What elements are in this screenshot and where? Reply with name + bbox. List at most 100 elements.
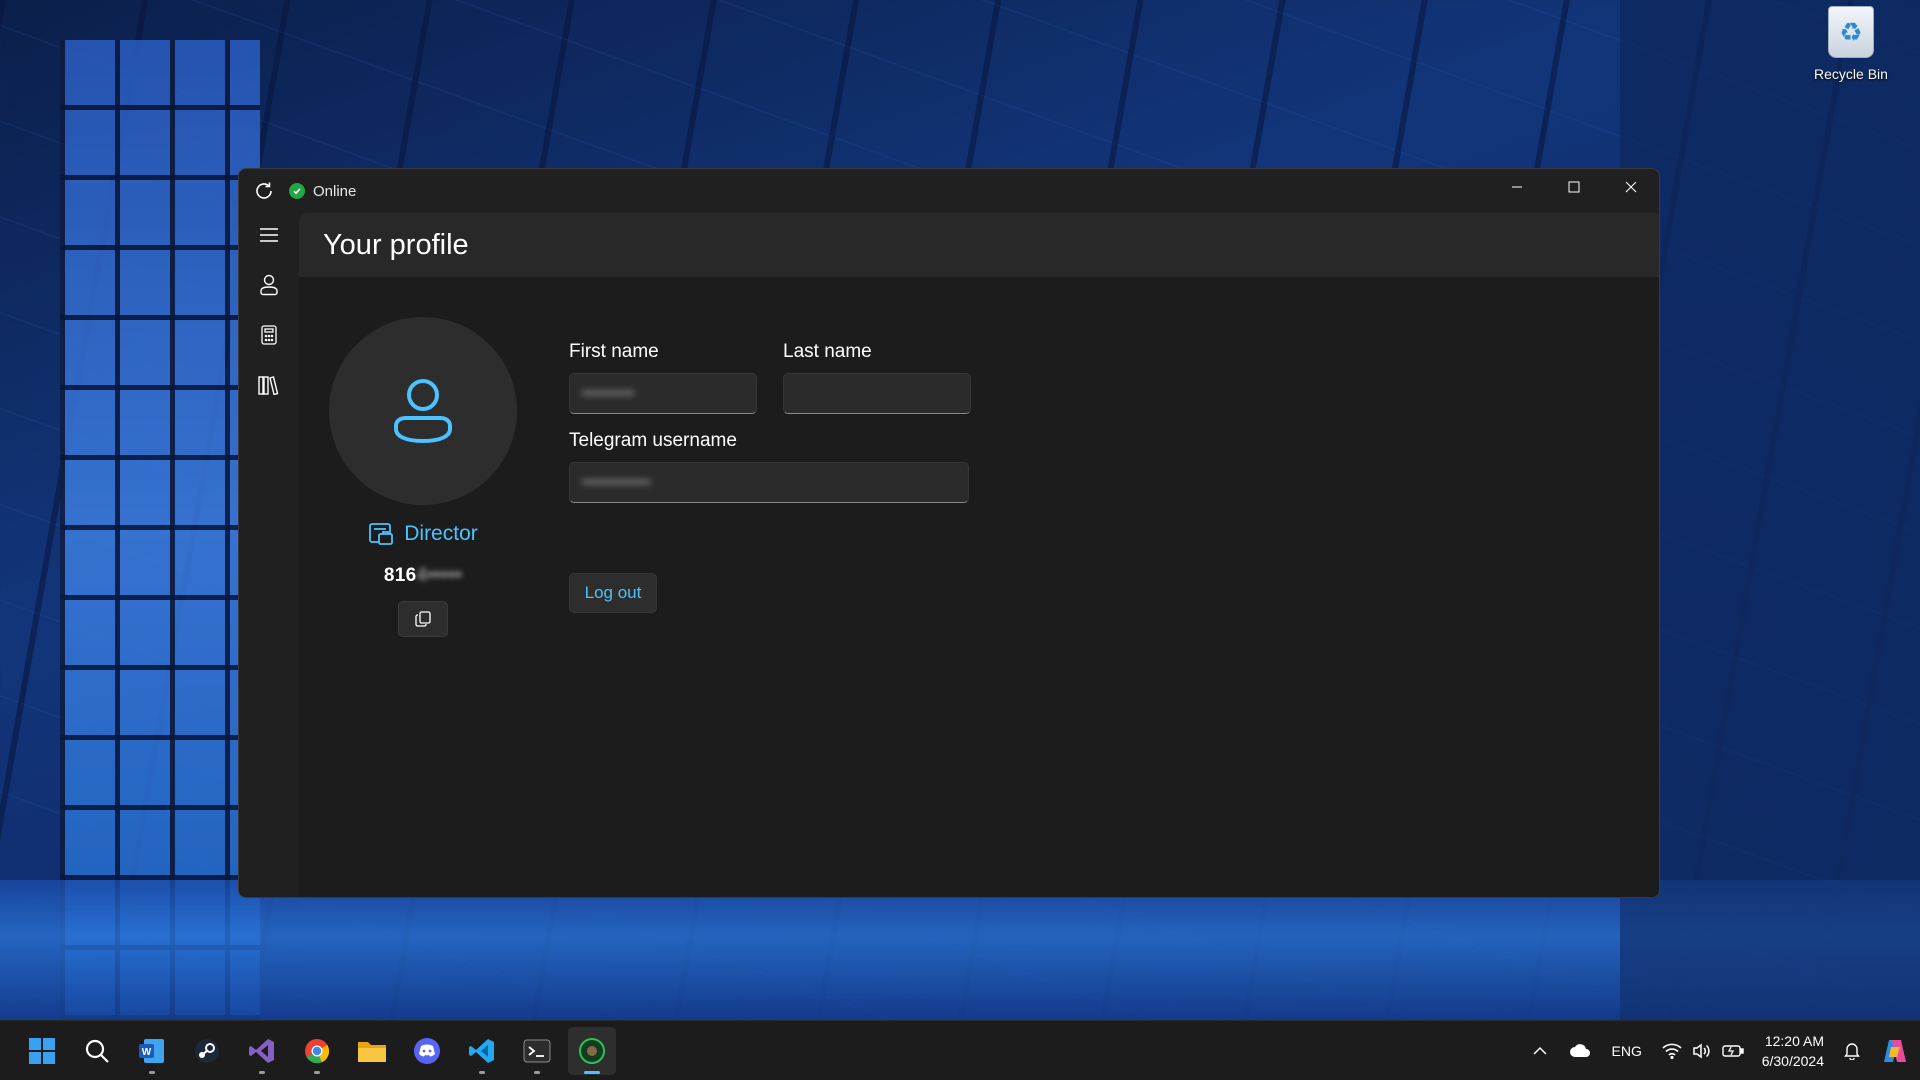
copy-icon [415,611,431,627]
person-avatar-icon [394,379,452,444]
user-id: 8164••••• [384,565,462,587]
navigation-rail [239,213,299,897]
page-header: Your profile [299,213,1659,277]
running-indicator [259,1071,265,1074]
wallpaper-window [60,40,260,1020]
status-check-icon [289,183,305,199]
wallpaper-room [1620,0,1920,1020]
profile-app-icon [579,1038,605,1064]
taskbar-chrome[interactable] [293,1027,341,1075]
word-icon: W [139,1039,164,1063]
refresh-icon [256,182,272,199]
avatar [329,317,517,505]
page-title: Your profile [323,228,469,261]
running-indicator [479,1071,485,1074]
file-explorer-icon [358,1042,386,1062]
quick-settings-button[interactable] [1654,1021,1752,1080]
title-bar: Online [239,169,1659,213]
active-indicator [584,1071,600,1074]
battery-icon [1722,1045,1744,1057]
first-name-value: •••••••••• [582,385,635,402]
clock-date: 6/30/2024 [1761,1053,1824,1069]
nav-library-button[interactable] [249,373,289,397]
last-name-label: Last name [783,341,872,362]
taskbar-visual-studio[interactable] [238,1027,286,1075]
steam-icon [195,1039,219,1063]
last-name-input[interactable] [783,373,971,414]
telegram-username-value: ••••••••••••• [582,474,651,491]
language-indicator[interactable]: ENG [1600,1021,1654,1080]
role-text: Director [404,522,478,545]
vscode-icon [469,1039,494,1063]
status-text: Online [313,182,357,200]
telegram-field-group: Telegram username ••••••••••••• [569,430,971,503]
maximize-button[interactable] [1545,169,1602,205]
hamburger-menu-icon [260,228,278,242]
briefcase-id-icon [369,523,394,545]
profile-form: First name •••••••••• Last name Telegram… [569,341,971,613]
copilot-button[interactable] [1870,1021,1920,1080]
calculator-icon [261,325,277,345]
desktop-icon-label: Recycle Bin [1814,66,1888,82]
minimize-icon [1511,186,1522,188]
bell-icon [1844,1043,1860,1060]
user-id-visible: 816 [383,565,417,586]
first-name-label: First name [569,341,659,362]
cloud-icon [1569,1044,1590,1057]
close-icon [1625,181,1636,193]
discord-icon [414,1038,440,1064]
close-button[interactable] [1602,169,1659,205]
chrome-icon [305,1039,330,1064]
desktop-icon-recycle-bin[interactable]: ♻ Recycle Bin [1808,6,1894,82]
taskbar-vscode[interactable] [458,1027,506,1075]
taskbar-word[interactable]: W [128,1027,176,1075]
role-badge: Director [368,521,478,547]
person-icon [260,274,278,296]
recycle-bin-icon: ♻ [1828,6,1874,58]
app-window: Online Your profile Director 8164••••• F… [238,168,1660,898]
start-button[interactable] [18,1027,66,1075]
taskbar-profile-app[interactable] [568,1027,616,1075]
clock[interactable]: 12:20 AM 6/30/2024 [1752,1031,1834,1071]
search-icon [85,1039,109,1063]
nav-profile-button[interactable] [249,273,289,297]
windows-start-icon [29,1038,55,1064]
telegram-username-input[interactable]: ••••••••••••• [569,462,969,503]
nav-calculator-button[interactable] [249,323,289,347]
terminal-icon [523,1039,551,1063]
library-icon [258,376,279,395]
copy-id-button[interactable] [398,601,448,637]
system-tray: ENG 12:20 AM 6/30/2024 [1520,1021,1920,1080]
volume-icon [1692,1043,1710,1059]
running-indicator [534,1071,540,1074]
name-row: First name •••••••••• Last name [569,341,971,414]
onedrive-button[interactable] [1560,1021,1600,1080]
minimize-button[interactable] [1488,169,1545,205]
taskbar-search-button[interactable] [73,1027,121,1075]
taskbar: W ENG 12:20 AM 6/30/2024 [0,1020,1920,1080]
content-area: Your profile Director 8164••••• First na… [299,213,1659,897]
first-name-input[interactable]: •••••••••• [569,373,757,414]
clock-time: 12:20 AM [1764,1033,1824,1049]
taskbar-file-explorer[interactable] [348,1027,396,1075]
maximize-icon [1568,181,1579,193]
visual-studio-icon [249,1039,274,1063]
taskbar-terminal[interactable] [513,1027,561,1075]
taskbar-discord[interactable] [403,1027,451,1075]
chevron-up-icon [1533,1046,1547,1055]
wifi-icon [1662,1043,1682,1059]
profile-summary: Director 8164••••• [329,317,517,637]
taskbar-steam[interactable] [183,1027,231,1075]
window-controls [1488,169,1659,205]
log-out-button[interactable]: Log out [569,573,657,613]
nav-menu-button[interactable] [249,223,289,247]
telegram-username-label: Telegram username [569,430,737,451]
taskbar-apps: W [18,1021,616,1080]
notifications-button[interactable] [1834,1021,1870,1080]
refresh-button[interactable] [239,169,289,213]
show-hidden-icons-button[interactable] [1520,1021,1560,1080]
user-id-redacted: 4••••• [416,565,463,586]
running-indicator [149,1071,155,1074]
running-indicator [314,1071,320,1074]
last-name-field-group: Last name [783,341,971,414]
